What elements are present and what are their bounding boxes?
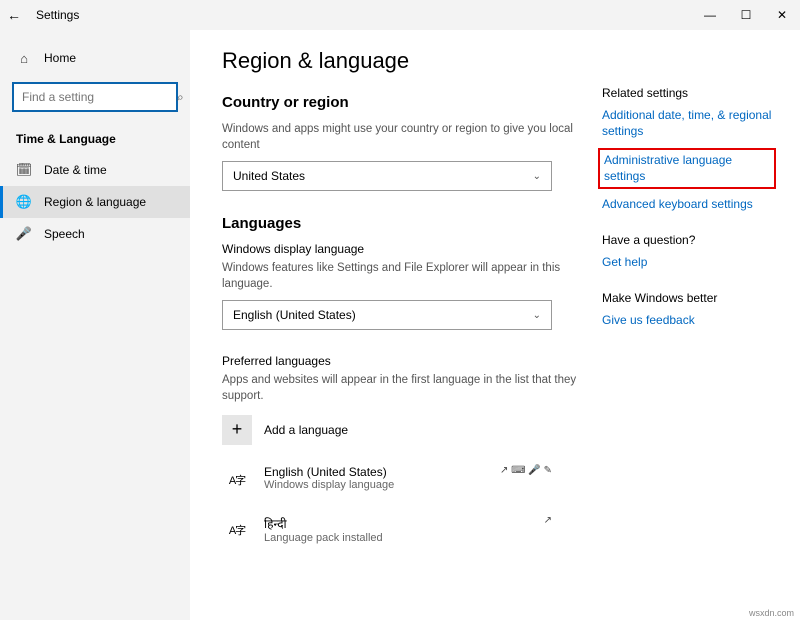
highlight-box: Administrative language settings [598, 148, 776, 189]
watermark: wsxdn.com [749, 608, 794, 618]
link-advanced-keyboard[interactable]: Advanced keyboard settings [602, 197, 772, 213]
home-icon: ⌂ [16, 50, 32, 66]
region-description: Windows and apps might use your country … [222, 121, 602, 153]
preferred-languages-description: Apps and websites will appear in the fir… [222, 372, 602, 404]
sidebar-item-label: Date & time [44, 163, 107, 177]
search-icon: ⌕ [177, 90, 184, 105]
sidebar-item-region-language[interactable]: 🌐 Region & language [0, 186, 190, 218]
related-settings-heading: Related settings [602, 86, 772, 100]
calendar-icon: 🗓 [16, 162, 32, 178]
link-administrative-language[interactable]: Administrative language settings [604, 153, 770, 184]
language-subtext: Language pack installed [264, 532, 532, 544]
microphone-icon: 🎤 [16, 226, 32, 242]
language-name: हिन्दी [264, 515, 532, 532]
question-heading: Have a question? [602, 233, 772, 247]
display-language-dropdown[interactable]: English (United States) ⌄ [222, 300, 552, 330]
link-get-help[interactable]: Get help [602, 255, 772, 271]
related-settings-panel: Related settings Additional date, time, … [602, 48, 772, 620]
language-item-english[interactable]: English (United States) Windows display … [222, 459, 552, 509]
sidebar-item-date-time[interactable]: 🗓 Date & time [0, 154, 190, 186]
titlebar: ← Settings — ☐ ✕ [0, 0, 800, 30]
sidebar-item-label: Speech [44, 227, 85, 241]
link-give-feedback[interactable]: Give us feedback [602, 313, 772, 329]
sidebar-home-label: Home [44, 51, 76, 65]
language-subtext: Windows display language [264, 479, 488, 491]
display-language-heading: Windows display language [222, 242, 602, 256]
maximize-button[interactable]: ☐ [728, 0, 764, 30]
language-item-hindi[interactable]: हिन्दी Language pack installed ↗ [222, 509, 552, 559]
country-dropdown[interactable]: United States ⌄ [222, 161, 552, 191]
display-language-value: English (United States) [233, 308, 356, 322]
sidebar-item-speech[interactable]: 🎤 Speech [0, 218, 190, 250]
window-title: Settings [36, 8, 692, 22]
language-glyph-icon [222, 515, 252, 545]
add-language-label: Add a language [264, 423, 348, 437]
page-title: Region & language [222, 48, 602, 74]
add-language-button[interactable]: + Add a language [222, 415, 602, 445]
language-glyph-icon [222, 465, 252, 495]
language-feature-icons: ↗ ⌨ 🎤 ✎ [500, 465, 552, 476]
back-button[interactable]: ← [0, 7, 28, 23]
plus-icon: + [222, 415, 252, 445]
globe-icon: 🌐 [16, 194, 32, 210]
chevron-down-icon: ⌄ [533, 310, 541, 321]
sidebar-home[interactable]: ⌂ Home [0, 42, 190, 74]
preferred-languages-heading: Preferred languages [222, 354, 602, 368]
section-country-region: Country or region [222, 94, 602, 111]
link-additional-date-time[interactable]: Additional date, time, & regional settin… [602, 108, 772, 139]
country-value: United States [233, 169, 305, 183]
sidebar-category: Time & Language [0, 126, 190, 154]
chevron-down-icon: ⌄ [533, 171, 541, 182]
search-input[interactable] [22, 90, 177, 104]
display-language-description: Windows features like Settings and File … [222, 260, 602, 292]
language-name: English (United States) [264, 465, 488, 479]
language-feature-icons: ↗ [544, 515, 552, 526]
sidebar-item-label: Region & language [44, 195, 146, 209]
section-languages: Languages [222, 215, 602, 232]
close-button[interactable]: ✕ [764, 0, 800, 30]
search-input-container[interactable]: ⌕ [12, 82, 178, 112]
feedback-heading: Make Windows better [602, 291, 772, 305]
minimize-button[interactable]: — [692, 0, 728, 30]
sidebar: ⌂ Home ⌕ Time & Language 🗓 Date & time 🌐… [0, 30, 190, 620]
